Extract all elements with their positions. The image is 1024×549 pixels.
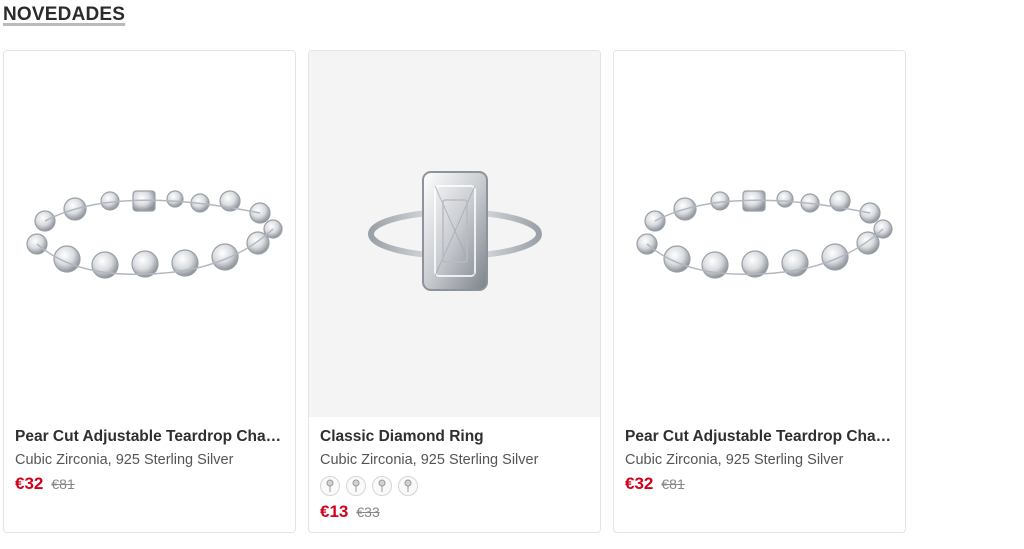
product-card[interactable]: Pear Cut Adjustable Teardrop Chain Brace… (3, 50, 296, 533)
product-material: Cubic Zirconia, 925 Sterling Silver (625, 452, 844, 468)
product-material: Cubic Zirconia, 925 Sterling Silver (320, 452, 539, 468)
product-name[interactable]: Pear Cut Adjustable Teardrop Chain Brace… (625, 428, 894, 446)
ring-image (367, 171, 542, 291)
price-row: €13 €33 (320, 502, 589, 522)
product-name[interactable]: Pear Cut Adjustable Teardrop Chain Brace… (15, 428, 284, 446)
product-grid: Pear Cut Adjustable Teardrop Chain Brace… (3, 50, 906, 533)
bracelet-image (635, 190, 893, 279)
original-price: €81 (661, 476, 685, 492)
bracelet-image (25, 190, 283, 279)
product-card[interactable]: Pear Cut Adjustable Teardrop Chain Brace… (613, 50, 906, 533)
product-material: Cubic Zirconia, 925 Sterling Silver (15, 452, 234, 468)
variant-swatch[interactable] (398, 476, 418, 496)
product-image[interactable] (4, 51, 295, 417)
product-name[interactable]: Classic Diamond Ring (320, 428, 589, 446)
product-image[interactable] (309, 51, 600, 417)
variant-swatch[interactable] (320, 476, 340, 496)
price-row: €32 €81 (625, 474, 894, 494)
product-image[interactable] (614, 51, 905, 417)
sale-price: €32 (15, 474, 44, 493)
ring-thumbnail-icon (352, 479, 360, 492)
section-title: NOVEDADES (3, 4, 126, 25)
ring-thumbnail-icon (378, 479, 386, 492)
price-row: €32 €81 (15, 474, 284, 494)
ring-thumbnail-icon (326, 479, 334, 492)
page: NOVEDADES Pear Cut Adjustable Teardrop C… (0, 0, 1024, 549)
sale-price: €32 (625, 474, 654, 493)
product-card[interactable]: Classic Diamond Ring Cubic Zirconia, 925… (308, 50, 601, 533)
variant-swatches (320, 476, 589, 496)
variant-swatch[interactable] (372, 476, 392, 496)
variant-swatch[interactable] (346, 476, 366, 496)
original-price: €33 (356, 504, 380, 520)
original-price: €81 (51, 476, 75, 492)
ring-thumbnail-icon (404, 479, 412, 492)
sale-price: €13 (320, 502, 349, 521)
